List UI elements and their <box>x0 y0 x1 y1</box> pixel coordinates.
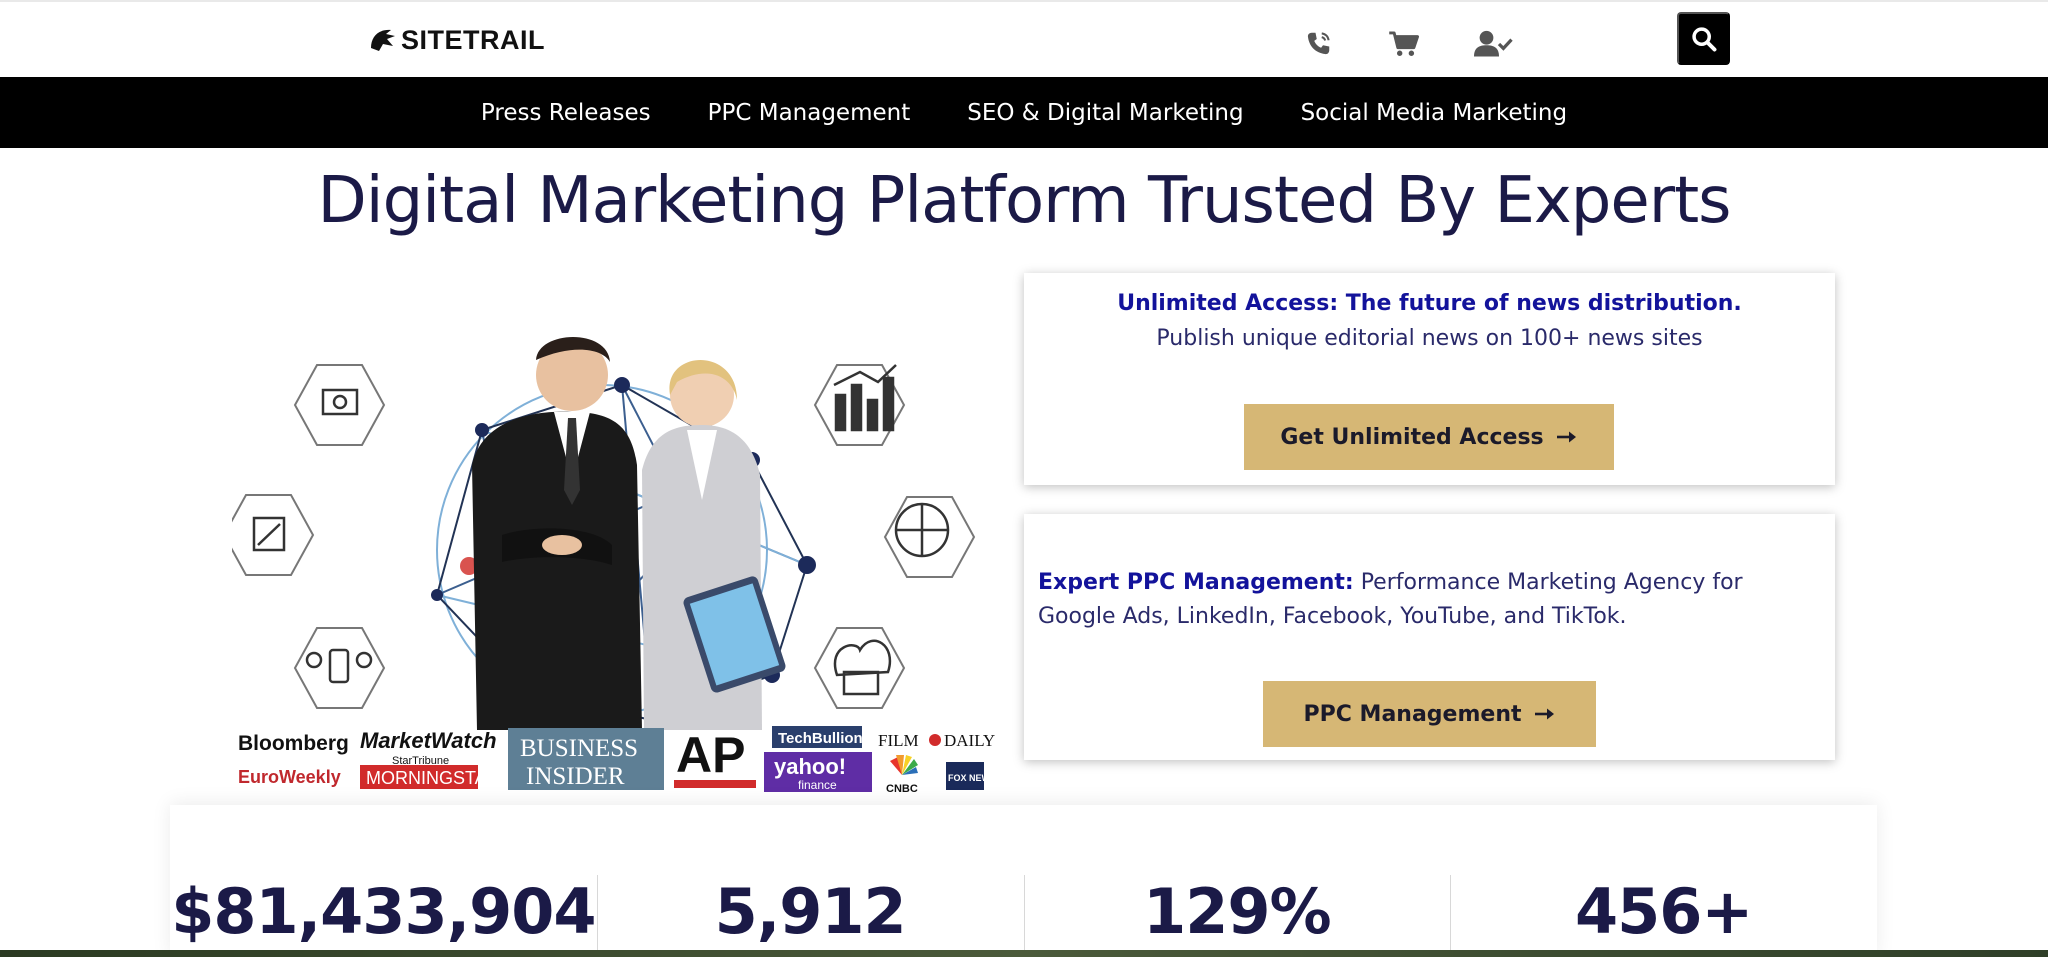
logo-ap: AP <box>676 727 745 783</box>
arrow-right-icon <box>1556 431 1576 443</box>
hero-illustration: Bloomberg MarketWatch StarTribune EuroWe… <box>232 337 996 795</box>
ppc-management-description: Expert PPC Management: Performance Marke… <box>1038 566 1798 634</box>
logo-bloomberg: Bloomberg <box>238 732 349 755</box>
stat-item: $81,433,904 <box>170 805 597 957</box>
logo-film: FILM <box>878 731 919 750</box>
logo-cnbc-peacock <box>890 755 918 775</box>
logo-yahoo: yahoo! <box>774 754 846 779</box>
stat-value: 456+ <box>1574 875 1753 948</box>
logo-text: SITETRAIL <box>401 24 545 55</box>
unlimited-access-subtext: Publish unique editorial news on 100+ ne… <box>1156 326 1703 351</box>
stat-value: 5,912 <box>714 875 907 948</box>
logo-techbullion: TechBullion <box>778 730 863 747</box>
ppc-management-card: Expert PPC Management: Performance Marke… <box>1024 514 1835 760</box>
nav-press-releases[interactable]: Press Releases <box>481 100 651 126</box>
logo-euroweekly: EuroWeekly <box>238 767 341 787</box>
hexagon-cloud-icon <box>813 627 906 709</box>
logo-cnbc: CNBC <box>886 783 918 795</box>
page-bottom-edge <box>0 950 2048 957</box>
stat-value: 129% <box>1143 875 1332 948</box>
logo-finance: finance <box>798 778 837 792</box>
ppc-management-bold: Expert PPC Management: <box>1038 570 1354 595</box>
logo-insider: INSIDER <box>526 763 625 790</box>
hexagon-globe-cart-icon <box>883 496 976 578</box>
ppc-management-label: PPC Management <box>1303 701 1522 727</box>
logo-business: BUSINESS <box>520 735 638 762</box>
stat-item: 129% <box>1023 805 1451 957</box>
top-header: SITETRAIL <box>0 0 2048 77</box>
ppc-management-button[interactable]: PPC Management <box>1263 681 1596 747</box>
get-unlimited-access-label: Get Unlimited Access <box>1280 424 1544 450</box>
unlimited-access-card: Unlimited Access: The future of news dis… <box>1024 273 1835 485</box>
logo-marketwatch: MarketWatch <box>360 728 497 753</box>
unlimited-access-headline: Unlimited Access: The future of news dis… <box>1117 291 1742 316</box>
page-title: Digital Marketing Platform Trusted By Ex… <box>317 164 1732 238</box>
user-check-icon[interactable] <box>1473 26 1515 62</box>
stat-item: 456+ <box>1450 805 1877 957</box>
hexagon-marketing-icon <box>293 364 386 446</box>
stat-value: $81,433,904 <box>171 875 596 948</box>
arrow-right-icon <box>1534 708 1554 720</box>
media-logos: Bloomberg MarketWatch StarTribune EuroWe… <box>238 726 996 795</box>
cart-icon[interactable] <box>1386 26 1422 62</box>
search-icon <box>1691 26 1716 51</box>
hexagon-webpage-icon <box>232 494 315 576</box>
logo-mark-icon <box>371 29 395 51</box>
nav-seo-digital-marketing[interactable]: SEO & Digital Marketing <box>967 100 1243 126</box>
get-unlimited-access-button[interactable]: Get Unlimited Access <box>1244 404 1614 470</box>
businessman-figure <box>472 337 642 730</box>
logo-fox-news: FOX NEWS <box>948 773 996 783</box>
logo-daily: DAILY <box>944 731 995 750</box>
stats-bar: $81,433,904 5,912 129% 456+ <box>170 805 1877 957</box>
site-logo[interactable]: SITETRAIL <box>367 20 545 60</box>
logo-morningstar: MORNINGSTAR <box>366 768 500 788</box>
search-button[interactable] <box>1677 12 1730 65</box>
businesswoman-figure <box>642 360 786 730</box>
nav-ppc-management[interactable]: PPC Management <box>708 100 911 126</box>
nav-social-media-marketing[interactable]: Social Media Marketing <box>1301 100 1568 126</box>
hexagon-social-icon <box>293 627 386 709</box>
stat-item: 5,912 <box>596 805 1024 957</box>
phone-icon[interactable] <box>1300 26 1336 62</box>
main-nav: Press Releases PPC Management SEO & Digi… <box>0 77 2048 148</box>
